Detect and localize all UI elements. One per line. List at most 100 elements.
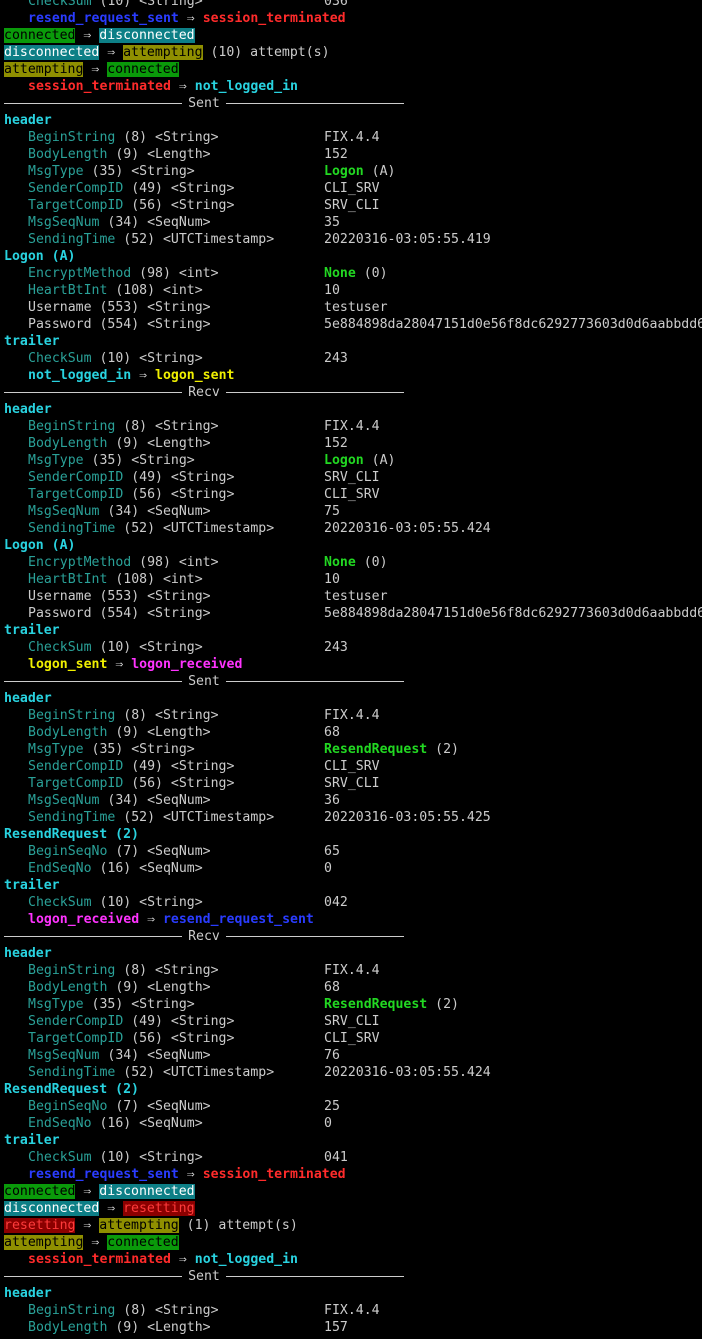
field-value-text: ResendRequest: [324, 742, 428, 757]
field-row: TargetCompID (56) <String> CLI_SRV: [0, 486, 702, 503]
section-label: header: [4, 1286, 52, 1301]
field-value-text: 36: [324, 793, 340, 808]
transition-text: logon_sent ⇒ logon_received: [28, 656, 242, 673]
field-name: MsgSeqNum (34) <SeqNum>: [28, 1047, 211, 1064]
field-tag-name: SenderCompID: [28, 470, 124, 485]
field-tag-name: TargetCompID: [28, 487, 124, 502]
field-tag-name: SenderCompID: [28, 1014, 124, 1029]
separator-label: Sent: [182, 1269, 226, 1284]
field-tag-name: CheckSum: [28, 0, 92, 9]
field-row: CheckSum (10) <String> 041: [0, 1149, 702, 1166]
section-heading: trailer: [0, 877, 702, 894]
field-name: TargetCompID (56) <String>: [28, 197, 234, 214]
field-row: BodyLength (9) <Length> 152: [0, 146, 702, 163]
field-row: BodyLength (9) <Length> 157: [0, 1319, 702, 1336]
field-value-text: 0: [324, 1116, 332, 1131]
state-label: disconnected: [4, 45, 100, 60]
state-label: disconnected: [99, 1184, 195, 1199]
terminal-output[interactable]: CheckSum (10) <String> 0 36 resend_request_…: [0, 0, 702, 1336]
field-name: CheckSum (10) <String>: [28, 894, 203, 911]
section-heading: header: [0, 112, 702, 129]
separator-label-wrap: Sent: [4, 1268, 404, 1285]
field-value-text: 75: [324, 504, 340, 519]
section-label: trailer: [4, 334, 60, 349]
state-label: ⇒: [178, 11, 203, 26]
separator-label-wrap: Sent: [4, 673, 404, 690]
field-tag-meta: (553) <String>: [91, 589, 211, 604]
field-row: MsgSeqNum (34) <SeqNum> 76: [0, 1047, 702, 1064]
field-name: MsgSeqNum (34) <SeqNum>: [28, 503, 211, 520]
state-label: ⇒: [75, 28, 100, 43]
transition-text: logon_received ⇒ resend_request_sent: [28, 911, 314, 928]
field-tag-name: BeginSeqNo: [28, 844, 108, 859]
field-tag-name: BeginSeqNo: [28, 1099, 108, 1114]
field-tag-name: CheckSum: [28, 351, 92, 366]
field-value: 041: [324, 1149, 348, 1166]
field-name: Username (553) <String>: [28, 588, 211, 605]
field-tag-meta: (10) <String>: [91, 895, 203, 910]
field-row: EndSeqNo (16) <SeqNum> 0: [0, 1115, 702, 1132]
field-tag-meta: (9) <Length>: [107, 725, 211, 740]
transition-text: resend_request_sent ⇒ session_terminated: [28, 1166, 346, 1183]
field-value: 243: [324, 350, 348, 367]
field-row: MsgSeqNum (34) <SeqNum> 35: [0, 214, 702, 231]
state-label: connected: [4, 28, 76, 43]
field-value: 0: [324, 1115, 332, 1132]
field-row: EndSeqNo (16) <SeqNum> 0: [0, 860, 702, 877]
field-value: testuser: [324, 299, 388, 316]
field-value-text: 243: [324, 351, 348, 366]
field-tag-name: BeginString: [28, 419, 116, 434]
field-tag-meta: (9) <Length>: [107, 1320, 211, 1335]
state-label: ⇒: [75, 1218, 100, 1233]
field-tag-meta: (108) <int>: [107, 572, 203, 587]
field-value: 157: [324, 1319, 348, 1336]
field-tag-meta: (8) <String>: [115, 708, 219, 723]
field-value-text: 20220316-03:05:55.424: [324, 1065, 491, 1080]
field-value: Logon (A): [324, 163, 395, 180]
field-tag-name: SendingTime: [28, 810, 116, 825]
field-name: BeginString (8) <String>: [28, 1302, 219, 1319]
field-row: SendingTime (52) <UTCTimestamp> 20220316-…: [0, 1064, 702, 1081]
section-label: ResendRequest (2): [4, 827, 139, 842]
field-tag-name: MsgSeqNum: [28, 1048, 100, 1063]
field-value-text: 10: [324, 283, 340, 298]
field-tag-meta: (35) <String>: [83, 164, 195, 179]
field-row: SenderCompID (49) <String> CLI_SRV: [0, 758, 702, 775]
field-name: SendingTime (52) <UTCTimestamp>: [28, 520, 274, 537]
field-row: BodyLength (9) <Length> 152: [0, 435, 702, 452]
field-tag-meta: (10) <String>: [91, 1150, 203, 1165]
field-tag-meta: (7) <SeqNum>: [107, 1099, 211, 1114]
field-value-text: 5e884898da28047151d0e56f8dc6292773603d0d…: [324, 317, 702, 332]
field-value-suffix: (0): [355, 266, 388, 281]
field-row: Password (554) <String> 5e884898da2804715…: [0, 605, 702, 622]
field-row: HeartBtInt (108) <int> 10: [0, 571, 702, 588]
field-tag-name: Password: [28, 317, 92, 332]
field-name: MsgSeqNum (34) <SeqNum>: [28, 214, 211, 231]
field-tag-name: SendingTime: [28, 521, 116, 536]
field-tag-meta: (35) <String>: [83, 742, 195, 757]
field-tag-name: BeginString: [28, 963, 116, 978]
field-value: 20220316-03:05:55.424: [324, 520, 491, 537]
transition-text: disconnected ⇒ resetting: [4, 1200, 195, 1217]
field-value: 152: [324, 435, 348, 452]
section-heading: trailer: [0, 333, 702, 350]
separator-label-wrap: Sent: [4, 95, 404, 112]
separator-rule: Sent: [4, 95, 404, 112]
section-label: Logon (A): [4, 249, 76, 264]
field-name: BodyLength (9) <Length>: [28, 435, 211, 452]
field-tag-name: TargetCompID: [28, 776, 124, 791]
field-tag-meta: (10) <String>: [91, 351, 203, 366]
field-tag-meta: (8) <String>: [115, 419, 219, 434]
field-tag-meta: (8) <String>: [115, 963, 219, 978]
state-transition: session_terminated ⇒ not_logged_in: [0, 78, 702, 95]
field-value: 35: [324, 214, 340, 231]
field-row: Username (553) <String> testuser: [0, 588, 702, 605]
field-tag-name: EndSeqNo: [28, 861, 92, 876]
field-name: SendingTime (52) <UTCTimestamp>: [28, 231, 274, 248]
separator-label-wrap: Recv: [4, 384, 404, 401]
field-value: FIX.4.4: [324, 707, 380, 724]
state-label: ⇒: [83, 1235, 108, 1250]
state-label: resend_request_sent: [28, 1167, 179, 1182]
field-value-text: CLI_SRV: [324, 759, 380, 774]
section-heading: trailer: [0, 1132, 702, 1149]
